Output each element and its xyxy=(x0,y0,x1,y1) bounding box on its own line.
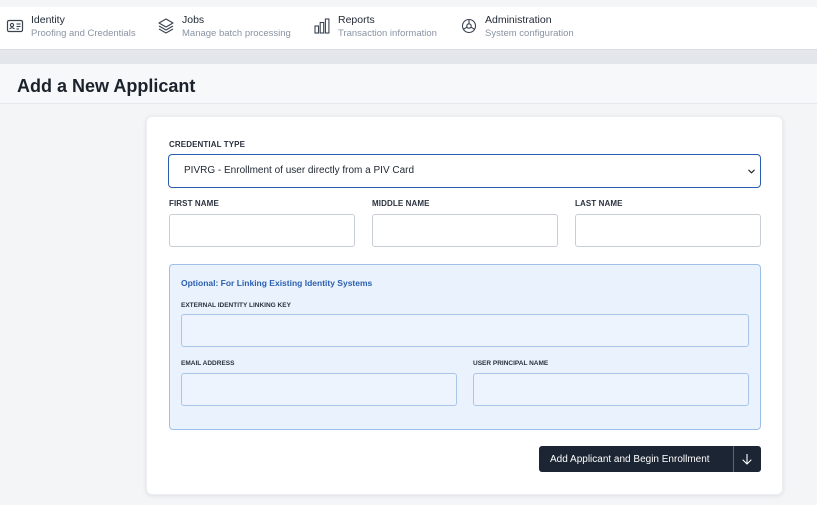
credential-type-label: CREDENTIAL TYPE xyxy=(169,140,246,149)
first-name-input[interactable] xyxy=(169,214,355,247)
upn-input[interactable] xyxy=(473,373,749,406)
optional-section-title: Optional: For Linking Existing Identity … xyxy=(181,278,373,288)
linking-key-input[interactable] xyxy=(181,314,749,347)
bar-chart-icon xyxy=(314,18,330,34)
nav-item-subtitle: Proofing and Credentials xyxy=(31,28,136,39)
nav-item-jobs[interactable]: Jobs Manage batch processing xyxy=(157,13,297,49)
id-card-icon xyxy=(6,19,24,33)
settings-icon xyxy=(461,18,477,34)
add-applicant-button[interactable]: Add Applicant and Begin Enrollment xyxy=(539,446,761,472)
nav-item-title: Identity xyxy=(31,14,65,26)
add-applicant-button-label: Add Applicant and Begin Enrollment xyxy=(550,454,710,465)
top-navigation: Identity Proofing and Credentials Jobs M… xyxy=(0,0,817,50)
page-title: Add a New Applicant xyxy=(17,76,196,96)
first-name-label: FIRST NAME xyxy=(169,199,219,208)
email-input[interactable] xyxy=(181,373,457,406)
upn-label: USER PRINCIPAL NAME xyxy=(473,360,549,367)
sub-navigation-bar xyxy=(0,50,817,64)
credential-type-select[interactable]: PIVRG - Enrollment of user directly from… xyxy=(168,154,761,188)
nav-item-title: Reports xyxy=(338,14,375,26)
arrow-down-icon[interactable] xyxy=(740,452,754,466)
nav-item-subtitle: Manage batch processing xyxy=(182,28,291,39)
nav-item-subtitle: System configuration xyxy=(485,28,574,39)
last-name-input[interactable] xyxy=(575,214,761,247)
linking-key-label: EXTERNAL IDENTITY LINKING KEY xyxy=(181,302,291,309)
credential-type-value: PIVRG - Enrollment of user directly from… xyxy=(184,165,415,176)
middle-name-input[interactable] xyxy=(372,214,558,247)
nav-item-identity[interactable]: Identity Proofing and Credentials xyxy=(6,13,141,49)
nav-item-title: Jobs xyxy=(182,14,205,26)
nav-item-subtitle: Transaction information xyxy=(338,28,437,39)
nav-item-title: Administration xyxy=(485,14,552,26)
nav-item-reports[interactable]: Reports Transaction information xyxy=(313,13,443,49)
nav-item-administration[interactable]: Administration System configuration xyxy=(460,13,590,49)
button-divider xyxy=(733,446,734,472)
last-name-label: LAST NAME xyxy=(575,199,623,208)
email-label: EMAIL ADDRESS xyxy=(181,360,235,367)
chevron-down-icon xyxy=(748,169,755,174)
middle-name-label: MIDDLE NAME xyxy=(372,199,430,208)
layers-icon xyxy=(158,18,174,34)
